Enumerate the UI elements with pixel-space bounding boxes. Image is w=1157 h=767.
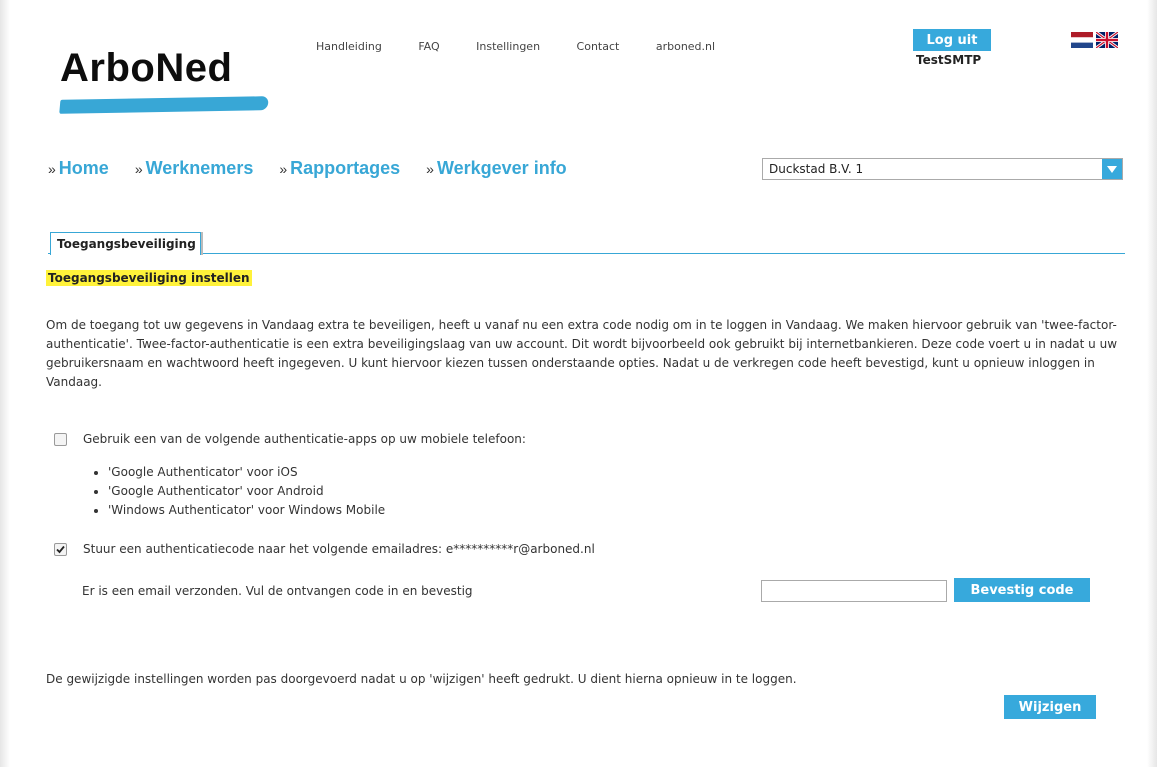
main-nav-rapportages-label: Rapportages xyxy=(290,158,401,178)
tab-toegangsbeveiliging[interactable]: Toegangsbeveiliging xyxy=(50,232,201,255)
top-nav-faq[interactable]: FAQ xyxy=(418,40,439,53)
confirm-code-button[interactable]: Bevestig code xyxy=(954,578,1090,602)
logo-text: ArboNed xyxy=(60,46,233,90)
email-option-label: Stuur een authenticatiecode naar het vol… xyxy=(83,542,595,556)
main-nav-werkgever-info-label: Werkgever info xyxy=(436,158,567,178)
flag-nl-icon[interactable] xyxy=(1071,32,1093,48)
page-shadow-left xyxy=(0,0,10,767)
top-nav-instellingen[interactable]: Instellingen xyxy=(476,40,540,53)
main-nav-rapportages[interactable]: » Rapportages xyxy=(279,158,400,179)
flag-uk-icon[interactable] xyxy=(1096,32,1118,48)
tab-divider xyxy=(48,253,1125,254)
top-nav: Handleiding FAQ Instellingen Contact arb… xyxy=(316,40,748,53)
logo-swoosh xyxy=(59,96,269,114)
page-shadow-right xyxy=(1147,0,1157,767)
nav-prefix: » xyxy=(426,161,434,177)
submit-button[interactable]: Wijzigen xyxy=(1004,695,1096,719)
option-email: Stuur een authenticatiecode naar het vol… xyxy=(54,542,595,556)
top-nav-contact[interactable]: Contact xyxy=(577,40,620,53)
logout-button[interactable]: Log uit xyxy=(913,29,991,51)
top-nav-arboned[interactable]: arboned.nl xyxy=(656,40,715,53)
username: TestSMTP xyxy=(916,53,982,67)
company-select[interactable]: Duckstad B.V. 1 xyxy=(762,158,1123,180)
section-title: Toegangsbeveiliging instellen xyxy=(46,270,252,286)
main-nav-home[interactable]: » Home xyxy=(48,158,109,179)
top-nav-handleiding[interactable]: Handleiding xyxy=(316,40,382,53)
list-item: 'Google Authenticator' voor iOS xyxy=(108,463,385,482)
app-option-checkbox[interactable] xyxy=(54,432,67,446)
code-input[interactable] xyxy=(761,580,947,602)
footer-note: De gewijzigde instellingen worden pas do… xyxy=(46,672,797,686)
main-nav-werknemers-label: Werknemers xyxy=(145,158,254,178)
arboned-logo[interactable]: ArboNed xyxy=(59,46,269,114)
company-select-value: Duckstad B.V. 1 xyxy=(769,162,864,176)
nav-prefix: » xyxy=(134,161,143,177)
main-nav: » Home » Werknemers » Rapportages » Werkgeve… xyxy=(48,158,593,179)
chevron-down-icon[interactable] xyxy=(1102,159,1122,179)
intro-text: Om de toegang tot uw gegevens in Vandaag… xyxy=(46,318,1118,389)
list-item: 'Windows Authenticator' voor Windows Mob… xyxy=(108,501,385,520)
app-option-label: Gebruik een van de volgende authenticati… xyxy=(83,432,526,446)
email-sent-text: Er is een email verzonden. Vul de ontvan… xyxy=(82,584,473,598)
nav-prefix: » xyxy=(48,161,56,177)
checkmark-icon xyxy=(56,545,65,553)
main-nav-werkgever-info[interactable]: » Werkgever info xyxy=(426,158,567,179)
nav-prefix: » xyxy=(279,161,288,177)
email-option-checkbox[interactable] xyxy=(54,542,67,556)
main-nav-home-label: Home xyxy=(58,158,109,178)
option-app: Gebruik een van de volgende authenticati… xyxy=(54,432,526,446)
main-nav-werknemers[interactable]: » Werknemers xyxy=(135,158,254,179)
app-list: 'Google Authenticator' voor iOS 'Google … xyxy=(90,463,385,520)
list-item: 'Google Authenticator' voor Android xyxy=(108,482,385,501)
